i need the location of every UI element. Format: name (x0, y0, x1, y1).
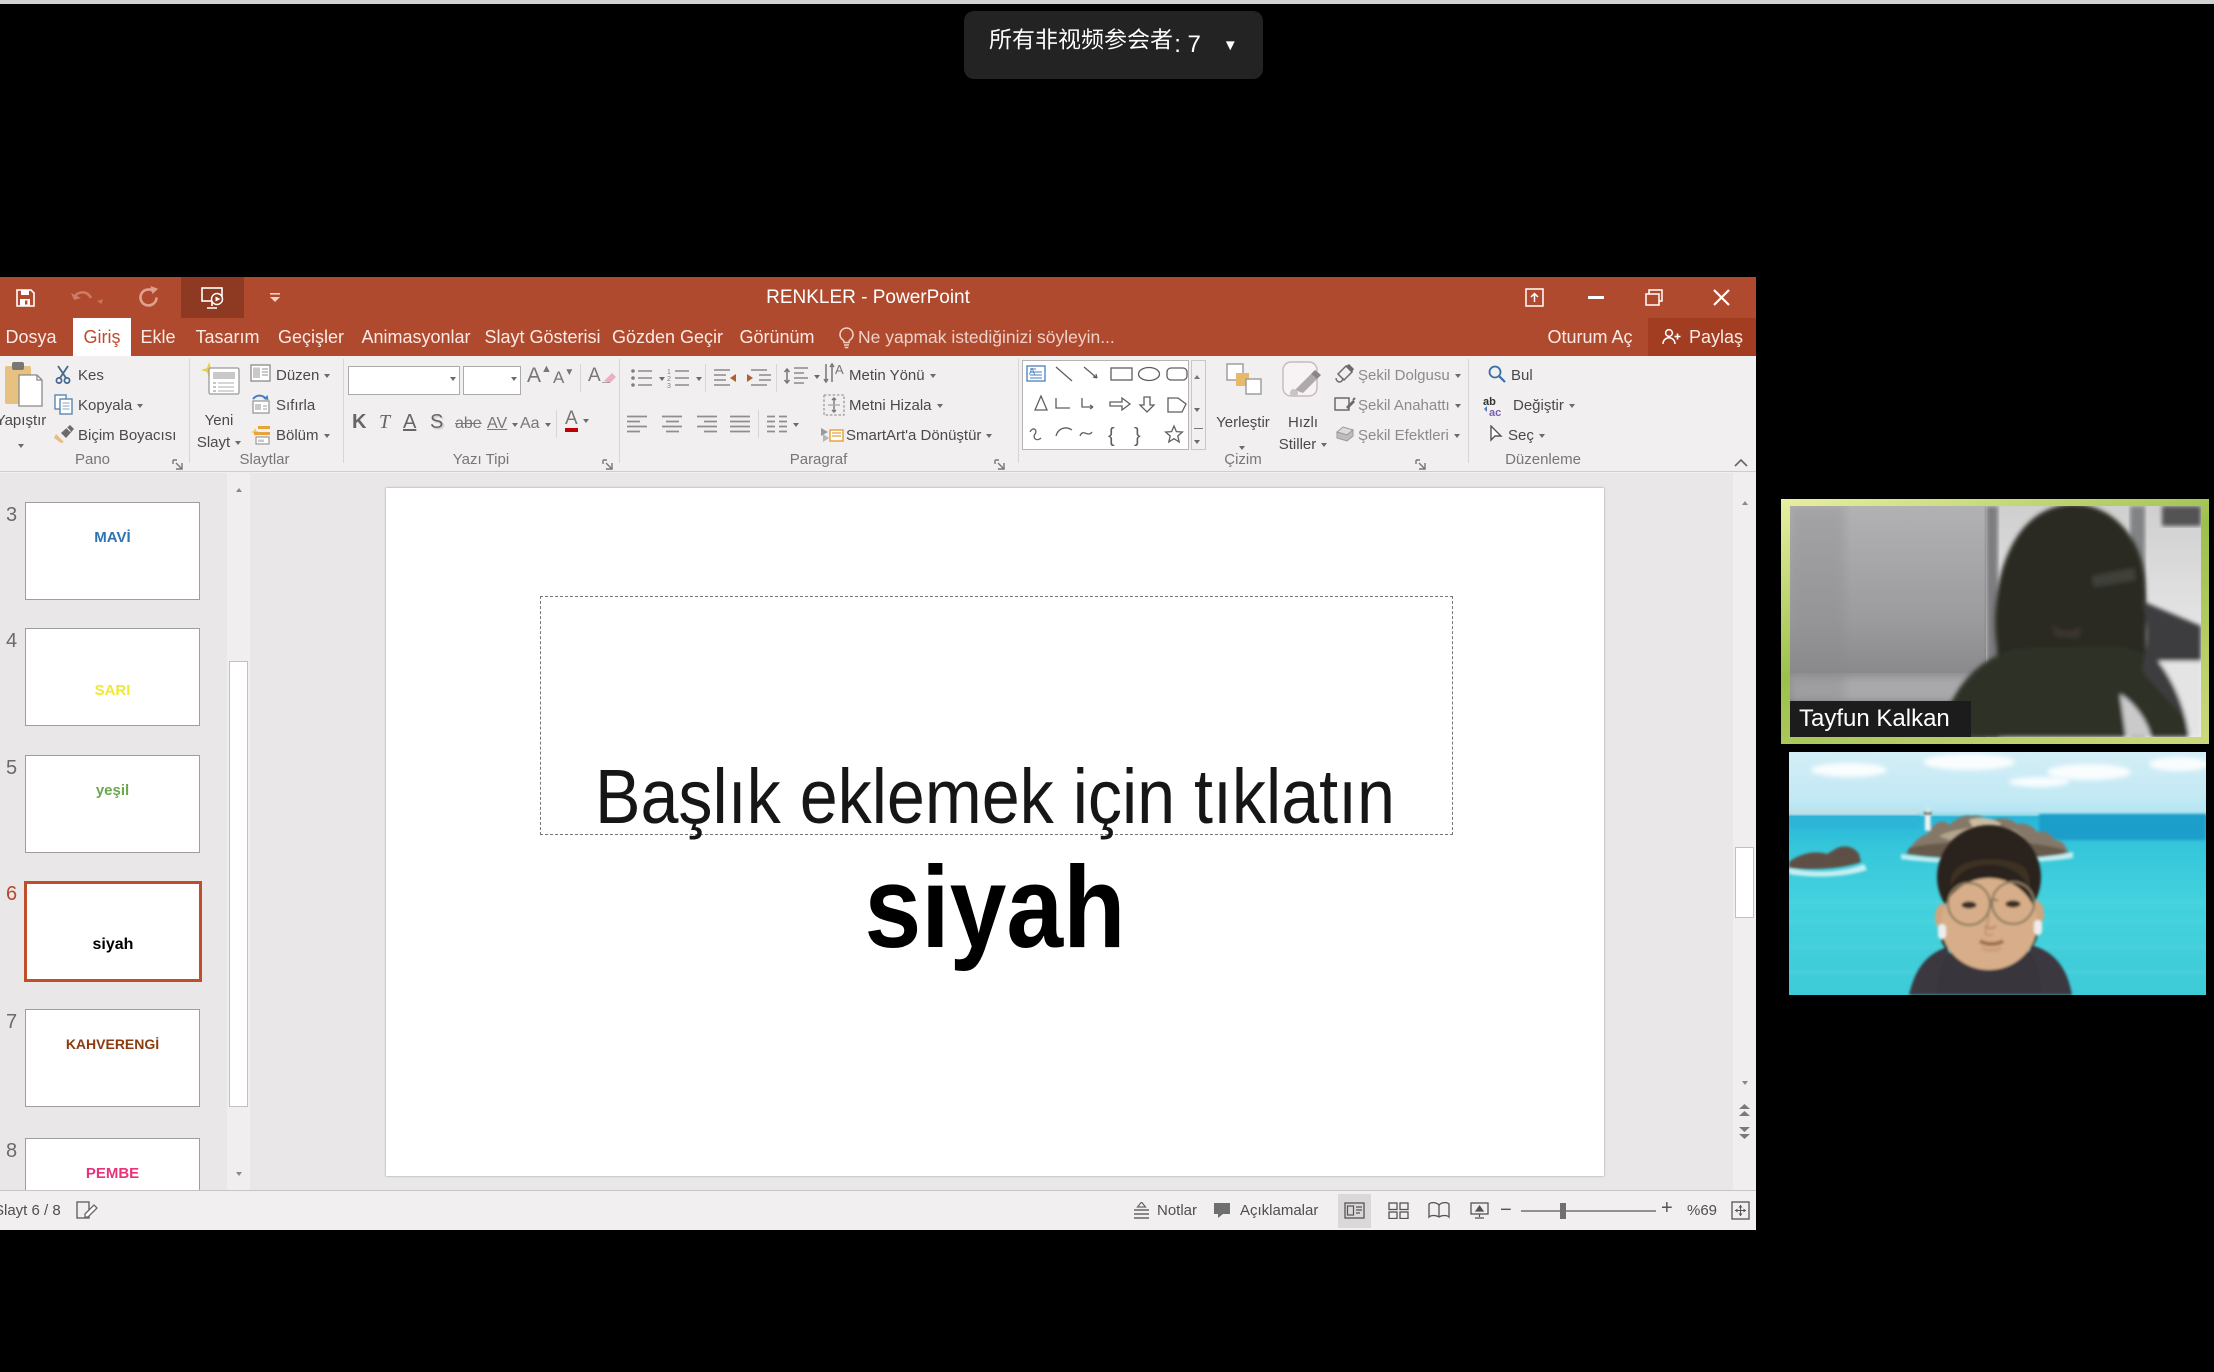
svg-text:ac: ac (1489, 407, 1501, 417)
svg-text:2: 2 (667, 376, 671, 383)
svg-text:}: } (1134, 425, 1141, 447)
svg-text:1: 1 (667, 369, 671, 376)
svg-text:3: 3 (667, 383, 671, 388)
svg-text:A: A (1029, 367, 1035, 377)
svg-text:{: { (1108, 425, 1115, 447)
svg-text:A: A (835, 362, 844, 377)
